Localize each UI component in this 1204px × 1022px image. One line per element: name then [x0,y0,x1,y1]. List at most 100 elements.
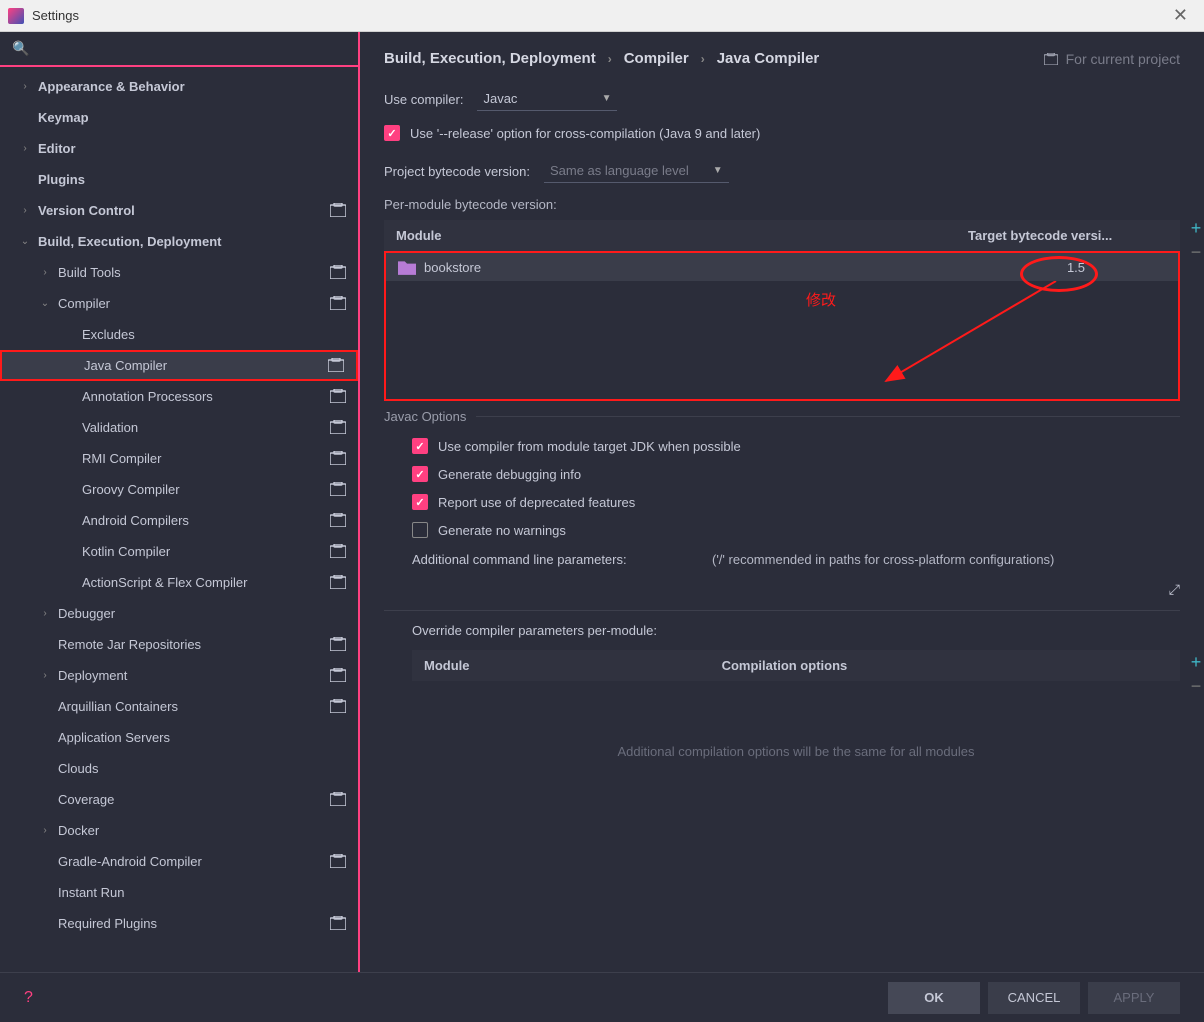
sidebar-item-clouds[interactable]: Clouds [0,753,358,784]
remove-module-button[interactable]: − [1188,244,1204,260]
per-module-table: + − Module Target bytecode versi... book… [384,220,1180,401]
breadcrumb-part[interactable]: Build, Execution, Deployment [384,50,596,67]
sidebar-item-rmi-compiler[interactable]: RMI Compiler [0,443,358,474]
use-compiler-select[interactable]: Javac ▼ [477,87,617,111]
override-label: Override compiler parameters per-module: [412,623,1180,638]
sidebar-item-remote-jar-repositories[interactable]: Remote Jar Repositories [0,629,358,660]
chevron-icon: ⌄ [38,298,52,309]
sidebar-item-docker[interactable]: ›Docker [0,815,358,846]
checkbox-icon [412,466,428,482]
sidebar-item-annotation-processors[interactable]: Annotation Processors [0,381,358,412]
sidebar-item-required-plugins[interactable]: Required Plugins [0,908,358,939]
sidebar-item-build-tools[interactable]: ›Build Tools [0,257,358,288]
checkbox-icon [412,438,428,454]
per-module-label: Per-module bytecode version: [384,197,1180,212]
annotation-text: 修改 [806,289,1178,310]
sidebar-item-label: Java Compiler [78,358,322,373]
report-deprecated-checkbox[interactable]: Report use of deprecated features [412,494,1180,510]
sidebar-item-deployment[interactable]: ›Deployment [0,660,358,691]
ok-button[interactable]: OK [888,982,980,1014]
sidebar-item-groovy-compiler[interactable]: Groovy Compiler [0,474,358,505]
javac-options-group: Javac Options Use compiler from module t… [384,409,1180,598]
project-scope-icon [330,916,348,932]
sidebar-item-label: Clouds [52,761,348,776]
sidebar-item-build-execution-deployment[interactable]: ⌄Build, Execution, Deployment [0,226,358,257]
scope-label: For current project [1044,51,1180,67]
sidebar-item-label: Remote Jar Repositories [52,637,324,652]
app-icon [8,8,24,24]
sidebar-item-appearance-behavior[interactable]: ›Appearance & Behavior [0,71,358,102]
checkbox-icon [412,494,428,510]
sidebar-item-keymap[interactable]: Keymap [0,102,358,133]
apply-button[interactable]: APPLY [1088,982,1180,1014]
sidebar-item-label: Build, Execution, Deployment [32,234,348,249]
project-scope-icon [330,389,348,405]
remove-override-button[interactable]: − [1188,678,1204,694]
sidebar-item-label: Android Compilers [76,513,324,528]
project-bytecode-select[interactable]: Same as language level ▼ [544,159,729,183]
sidebar-item-java-compiler[interactable]: Java Compiler [0,350,358,381]
chevron-icon: › [38,825,52,836]
chevron-icon: › [38,608,52,619]
sidebar-item-label: Annotation Processors [76,389,324,404]
use-module-jdk-checkbox[interactable]: Use compiler from module target JDK when… [412,438,1180,454]
sidebar-item-gradle-android-compiler[interactable]: Gradle-Android Compiler [0,846,358,877]
generate-debug-checkbox[interactable]: Generate debugging info [412,466,1180,482]
chevron-icon: › [18,143,32,154]
sidebar-item-arquillian-containers[interactable]: Arquillian Containers [0,691,358,722]
project-scope-icon [330,668,348,684]
sidebar-item-validation[interactable]: Validation [0,412,358,443]
add-override-button[interactable]: + [1188,654,1204,670]
project-icon [1044,53,1058,65]
caret-down-icon: ▼ [602,93,612,104]
project-scope-icon [330,699,348,715]
sidebar-item-label: Build Tools [52,265,324,280]
add-module-button[interactable]: + [1188,220,1204,236]
target-bytecode-value[interactable]: 1.5 [986,260,1166,275]
sidebar-item-android-compilers[interactable]: Android Compilers [0,505,358,536]
col-target-header: Target bytecode versi... [968,228,1168,243]
sidebar-item-editor[interactable]: ›Editor [0,133,358,164]
release-option-checkbox[interactable]: Use '--release' option for cross-compila… [384,125,1180,141]
sidebar-item-label: Docker [52,823,348,838]
override-table-body: Additional compilation options will be t… [412,681,1180,821]
expand-icon[interactable]: ⤢ [1169,581,1180,598]
search-input[interactable] [35,41,346,56]
sidebar-item-label: Coverage [52,792,324,807]
sidebar: 🔍 ›Appearance & BehaviorKeymap›EditorPlu… [0,32,360,972]
sidebar-item-instant-run[interactable]: Instant Run [0,877,358,908]
sidebar-item-label: Application Servers [52,730,348,745]
chevron-icon: › [38,267,52,278]
sidebar-item-plugins[interactable]: Plugins [0,164,358,195]
override-table: + − Module Compilation options Additiona… [412,650,1180,821]
sidebar-item-actionscript-flex-compiler[interactable]: ActionScript & Flex Compiler [0,567,358,598]
col-module-header: Module [396,228,968,243]
sidebar-item-excludes[interactable]: Excludes [0,319,358,350]
sidebar-item-application-servers[interactable]: Application Servers [0,722,358,753]
sidebar-item-label: Deployment [52,668,324,683]
breadcrumb-part[interactable]: Compiler [624,50,689,67]
project-scope-icon [330,637,348,653]
sidebar-item-label: Version Control [32,203,324,218]
sidebar-item-kotlin-compiler[interactable]: Kotlin Compiler [0,536,358,567]
sidebar-item-label: Keymap [32,110,348,125]
sidebar-item-label: Kotlin Compiler [76,544,324,559]
sidebar-item-compiler[interactable]: ⌄Compiler [0,288,358,319]
cancel-button[interactable]: CANCEL [988,982,1080,1014]
project-scope-icon [330,544,348,560]
caret-down-icon: ▼ [713,165,723,176]
no-warnings-checkbox[interactable]: Generate no warnings [412,522,1180,538]
chevron-icon: › [38,670,52,681]
sidebar-item-label: Instant Run [52,885,348,900]
project-scope-icon [330,265,348,281]
help-icon[interactable]: ? [24,989,33,1007]
sidebar-item-coverage[interactable]: Coverage [0,784,358,815]
project-scope-icon [330,296,348,312]
sidebar-item-debugger[interactable]: ›Debugger [0,598,358,629]
sidebar-item-label: Validation [76,420,324,435]
content-pane: Build, Execution, Deployment › Compiler … [360,32,1204,972]
use-compiler-label: Use compiler: [384,92,463,107]
table-row[interactable]: bookstore 1.5 [386,253,1178,281]
close-icon[interactable]: ✕ [1165,5,1196,26]
sidebar-item-version-control[interactable]: ›Version Control [0,195,358,226]
